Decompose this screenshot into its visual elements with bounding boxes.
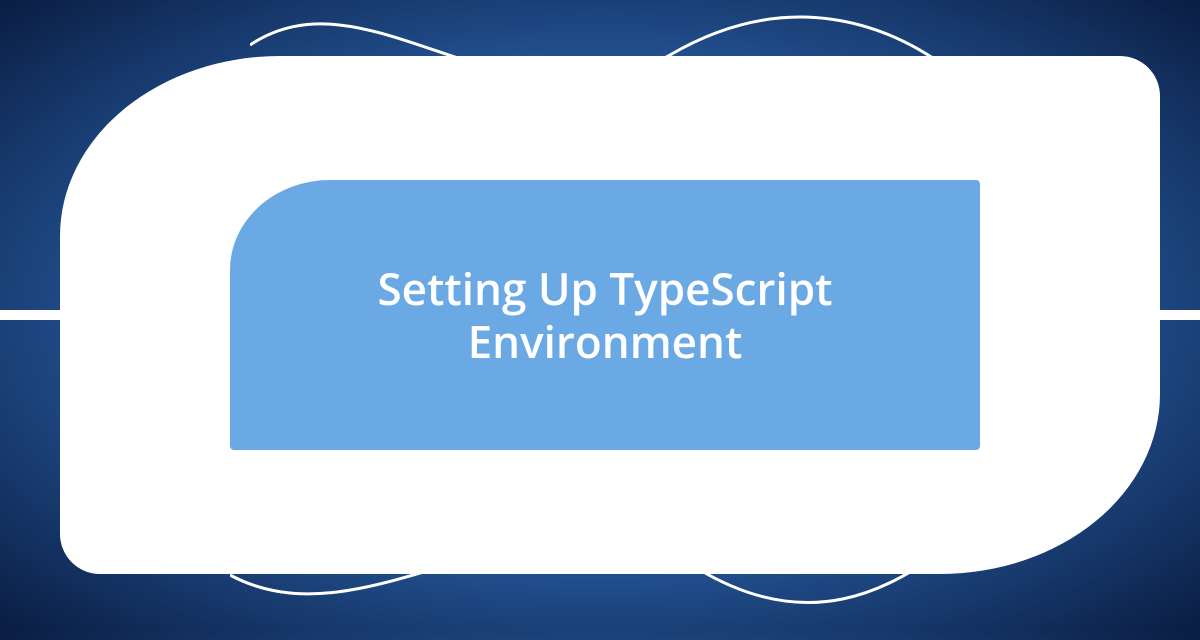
page-title: Setting Up TypeScript Environment — [270, 262, 940, 368]
title-panel: Setting Up TypeScript Environment — [230, 180, 980, 450]
